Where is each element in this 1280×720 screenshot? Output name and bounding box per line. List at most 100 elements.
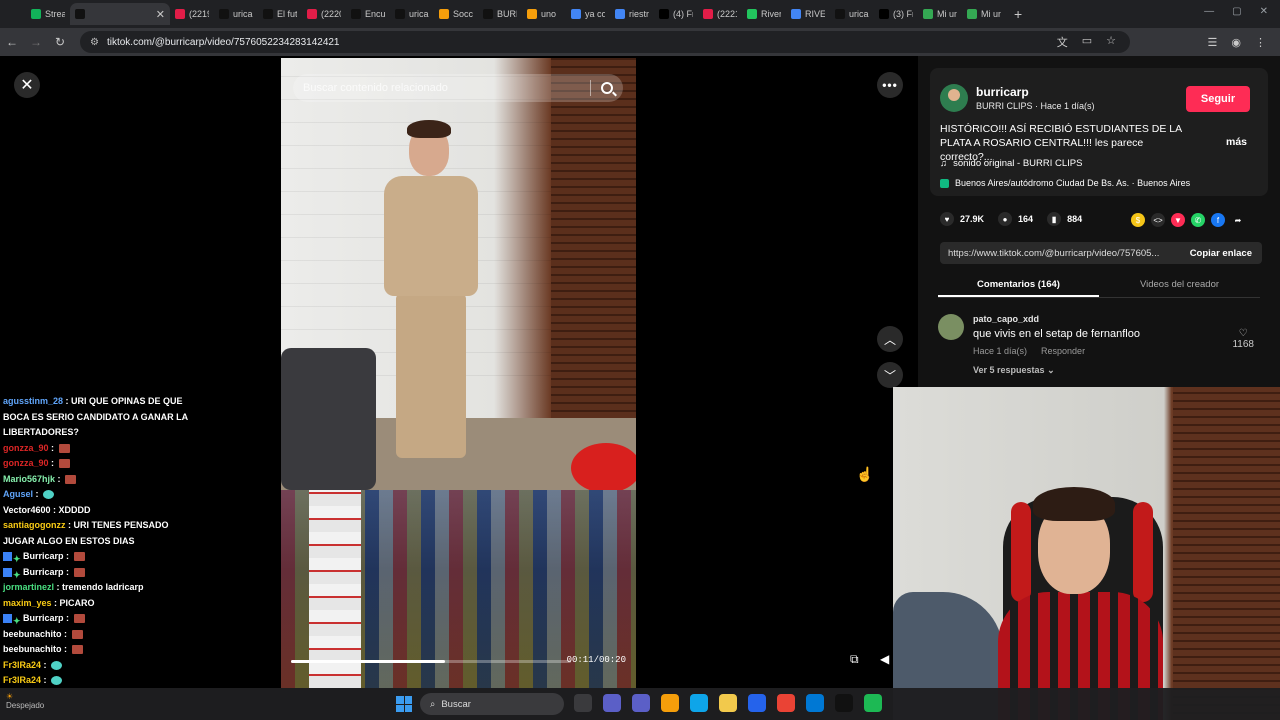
maximize-icon[interactable]: ▢	[1232, 6, 1241, 17]
video-progress-bar[interactable]	[291, 660, 571, 663]
browser-tab[interactable]: ✕	[70, 3, 170, 25]
tab-close-icon[interactable]: ✕	[156, 8, 165, 21]
taskbar-app-icon[interactable]	[719, 694, 737, 712]
forward-icon[interactable]: →	[24, 35, 48, 49]
bookmark-star-icon[interactable]: ☆	[1106, 34, 1116, 50]
author-username[interactable]: burricarp	[976, 85, 1029, 99]
site-info-icon[interactable]: ⚙	[90, 37, 99, 48]
browser-tab[interactable]: Socce	[434, 3, 478, 25]
chat-username[interactable]: Burricarp	[23, 613, 64, 623]
whatsapp-icon[interactable]: ✆	[1191, 213, 1205, 227]
taskbar-app-icon[interactable]	[806, 694, 824, 712]
facebook-icon[interactable]: f	[1211, 213, 1225, 227]
chat-username[interactable]: Burricarp	[23, 567, 64, 577]
previous-video-button[interactable]: ︿	[877, 326, 903, 352]
view-replies-button[interactable]: Ver 5 respuestas ⌄	[973, 365, 1055, 376]
like-button[interactable]: ♥ 27.9K	[940, 212, 984, 226]
reload-icon[interactable]: ↻	[48, 35, 72, 49]
chat-username[interactable]: agusstinm_28	[3, 396, 63, 406]
taskbar-app-icon[interactable]	[632, 694, 650, 712]
browser-tab[interactable]: uno	[522, 3, 566, 25]
coin-icon[interactable]: $	[1131, 213, 1145, 227]
close-window-icon[interactable]: ✕	[1260, 6, 1268, 17]
browser-tab[interactable]: (4) Fr	[654, 3, 698, 25]
browser-tab[interactable]: Encue	[346, 3, 390, 25]
cast-icon[interactable]: ▭	[1082, 34, 1092, 50]
browser-tab[interactable]: BURR	[478, 3, 522, 25]
browser-tab[interactable]: (3) Fr	[874, 3, 918, 25]
video-player[interactable]: Buscar contenido relacionado 00:11/00:20	[281, 58, 636, 688]
reading-list-icon[interactable]: ☰	[1208, 36, 1218, 49]
chat-username[interactable]: Mario567hjk	[3, 474, 55, 484]
browser-tab[interactable]: uricar	[390, 3, 434, 25]
comment-button[interactable]: ● 164	[998, 212, 1033, 226]
browser-tab[interactable]: (2221	[698, 3, 742, 25]
taskbar-search[interactable]: ⌕ Buscar	[420, 693, 564, 715]
location-link[interactable]: Buenos Aires/autódromo Ciudad De Bs. As.…	[940, 178, 1190, 188]
follow-button[interactable]: Seguir	[1186, 86, 1250, 112]
back-icon[interactable]: ←	[0, 35, 24, 49]
chat-username[interactable]: beebunachito	[3, 629, 62, 639]
taskbar-app-icon[interactable]	[864, 694, 882, 712]
picture-in-picture-icon[interactable]: ⧉	[850, 652, 859, 667]
chat-username[interactable]: Fr3lRa24	[3, 660, 41, 670]
commenter-avatar[interactable]	[938, 314, 964, 340]
taskbar-app-icon[interactable]	[835, 694, 853, 712]
tab-creator-videos[interactable]: Videos del creador	[1099, 274, 1260, 297]
chat-username[interactable]: Vector4600	[3, 505, 51, 515]
copy-link-button[interactable]: Copiar enlace	[1180, 248, 1262, 259]
embed-icon[interactable]: <>	[1151, 213, 1165, 227]
chat-username[interactable]: Burricarp	[23, 551, 64, 561]
tab-comments[interactable]: Comentarios (164)	[938, 274, 1099, 297]
translate-icon[interactable]: 文	[1057, 34, 1068, 50]
browser-tab[interactable]: Mi un	[962, 3, 1006, 25]
chat-username[interactable]: maxim_yes	[3, 598, 52, 608]
commenter-username[interactable]: pato_capo_xdd	[973, 314, 1039, 324]
profile-icon[interactable]: ◉	[1231, 36, 1241, 49]
chat-username[interactable]: gonzza_90	[3, 458, 49, 468]
comment-like-button[interactable]: ♡ 1168	[1232, 328, 1254, 350]
chat-username[interactable]: jormartinezl	[3, 582, 54, 592]
description-more-link[interactable]: más	[1226, 136, 1247, 148]
chat-username[interactable]: Agusel	[3, 489, 33, 499]
browser-tab[interactable]: ya co	[566, 3, 610, 25]
chat-username[interactable]: gonzza_90	[3, 443, 49, 453]
taskbar-app-icon[interactable]	[661, 694, 679, 712]
taskbar-app-icon[interactable]	[777, 694, 795, 712]
taskbar-app-icon[interactable]	[574, 694, 592, 712]
close-video-button[interactable]: ✕	[14, 72, 40, 98]
reply-button[interactable]: Responder	[1041, 346, 1085, 356]
weather-widget[interactable]: ☀ Despejado	[6, 692, 44, 710]
browser-tab[interactable]: Stream	[26, 3, 70, 25]
save-button[interactable]: ▮ 884	[1047, 212, 1082, 226]
search-icon[interactable]	[601, 82, 613, 94]
browser-tab[interactable]: Mi un	[918, 3, 962, 25]
browser-tab[interactable]: River	[742, 3, 786, 25]
browser-tab[interactable]: riestra	[610, 3, 654, 25]
minimize-icon[interactable]: —	[1204, 6, 1214, 17]
taskbar-app-icon[interactable]	[603, 694, 621, 712]
chat-username[interactable]: beebunachito	[3, 644, 62, 654]
new-tab-icon[interactable]: +	[1014, 6, 1022, 22]
browser-tab[interactable]: uricar	[830, 3, 874, 25]
url-input[interactable]: ⚙ tiktok.com/@burricarp/video/7576052234…	[80, 31, 1130, 53]
browser-tab[interactable]: uricar	[214, 3, 258, 25]
share-arrow-icon[interactable]: ➦	[1231, 213, 1245, 227]
browser-tab[interactable]: (2219	[170, 3, 214, 25]
taskbar-app-icon[interactable]	[690, 694, 708, 712]
browser-tab[interactable]: (2220	[302, 3, 346, 25]
taskbar-app-icon[interactable]	[748, 694, 766, 712]
send-icon[interactable]: ▼	[1171, 213, 1185, 227]
related-search-input[interactable]: Buscar contenido relacionado	[293, 74, 623, 102]
chat-username[interactable]: santiagogonzz	[3, 520, 66, 530]
volume-icon[interactable]: ◀	[880, 652, 889, 666]
chat-username[interactable]: Fr3lRa24	[3, 675, 41, 685]
next-video-button[interactable]: ﹀	[877, 362, 903, 388]
menu-kebab-icon[interactable]: ⋮	[1255, 36, 1266, 49]
more-options-button[interactable]: •••	[877, 72, 903, 98]
author-avatar[interactable]	[940, 84, 968, 112]
browser-tab[interactable]: RIVER	[786, 3, 830, 25]
sound-link[interactable]: ♫ sonido original - BURRI CLIPS	[940, 158, 1082, 169]
browser-tab[interactable]: El futu	[258, 3, 302, 25]
start-button[interactable]	[396, 696, 412, 712]
